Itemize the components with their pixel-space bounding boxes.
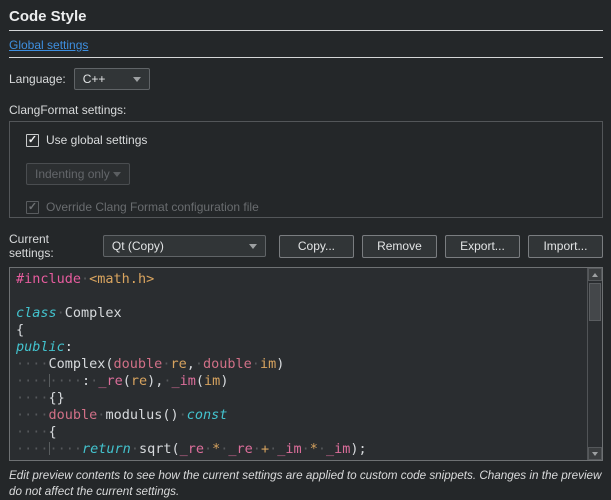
code-line: ····{ [16,424,587,441]
code-preview-editor[interactable]: #include·<math.h>class·Complex{public:··… [9,267,603,461]
export-button[interactable]: Export... [445,235,520,258]
current-settings-value: Qt (Copy) [112,239,164,253]
override-config-checkbox[interactable]: ✓ Override Clang Format configuration fi… [26,199,602,215]
current-settings-label: Current settings: [9,232,96,260]
scroll-down-button[interactable] [588,447,602,460]
link-separator [9,57,603,58]
code-line: ····Complex(double·re,·double·im) [16,356,587,373]
code-line: ····double·modulus()·const [16,407,587,424]
triangle-down-icon [592,452,598,456]
remove-button[interactable]: Remove [362,235,437,258]
scroll-up-button[interactable] [588,268,602,281]
use-global-settings-label: Use global settings [46,133,147,147]
code-line: ········return·sqrt(_re·*·_re·+·_im·*·_i… [16,441,587,458]
indenting-mode-value: Indenting only [35,167,110,181]
language-label: Language: [9,72,66,86]
language-row: Language: C++ [9,68,603,90]
use-global-settings-checkbox[interactable]: ✓ Use global settings [26,132,602,148]
chevron-down-icon [249,244,257,249]
code-line: #include·<math.h> [16,271,587,288]
override-config-label: Override Clang Format configuration file [46,200,259,214]
scroll-thumb[interactable] [589,283,601,321]
code-style-settings-page: Code Style Global settings Language: C++… [0,0,611,498]
code-line: ········:·_re(re),·_im(im) [16,373,587,390]
triangle-up-icon [592,273,598,277]
chevron-down-icon [113,172,121,177]
current-settings-select[interactable]: Qt (Copy) [103,235,266,257]
language-select[interactable]: C++ [74,68,150,90]
chevron-down-icon [133,77,141,82]
footer-note: Edit preview contents to see how the cur… [9,468,609,500]
clangformat-settings-label: ClangFormat settings: [9,103,603,117]
code-content[interactable]: #include·<math.h>class·Complex{public:··… [10,268,587,460]
editor-vscrollbar[interactable] [587,268,602,460]
import-button[interactable]: Import... [528,235,603,258]
title-separator [9,30,603,31]
current-settings-row: Current settings: Qt (Copy) Copy... Remo… [9,232,603,260]
language-select-value: C++ [83,72,106,86]
checkbox-checked-icon[interactable]: ✓ [26,134,39,147]
page-title: Code Style [9,8,603,25]
indenting-mode-select[interactable]: Indenting only [26,163,130,185]
copy-button[interactable]: Copy... [279,235,354,258]
code-line: class·Complex [16,305,587,322]
checkmark-icon: ✓ [28,135,37,146]
global-settings-link[interactable]: Global settings [9,38,88,52]
scroll-track[interactable] [588,281,602,447]
code-line: public: [16,339,587,356]
checkmark-icon: ✓ [28,202,37,213]
clangformat-settings-group: ✓ Use global settings Indenting only ✓ O… [9,121,603,218]
code-line [16,288,587,305]
code-line: { [16,322,587,339]
code-line: ····{} [16,390,587,407]
checkbox-checked-icon[interactable]: ✓ [26,201,39,214]
